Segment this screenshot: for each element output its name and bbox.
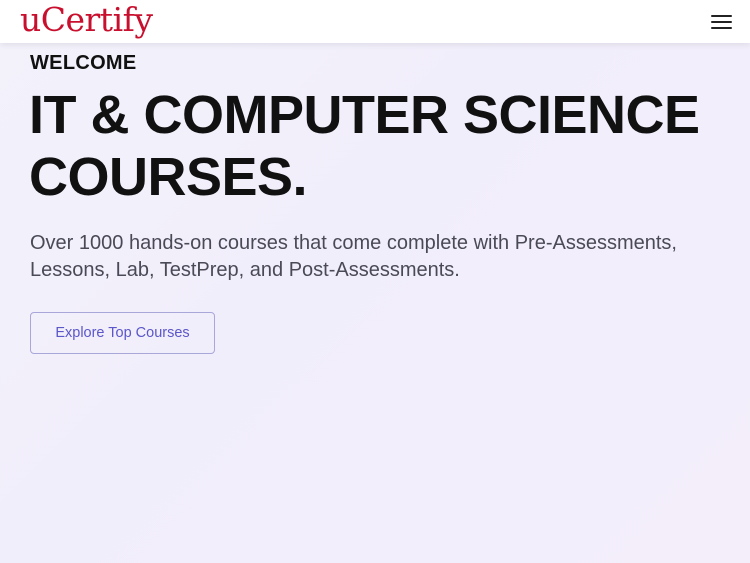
- site-header: uCertify: [0, 0, 750, 43]
- welcome-label: WELCOME: [30, 52, 137, 74]
- hamburger-menu-icon[interactable]: [708, 11, 734, 33]
- page-title: IT & COMPUTER SCIENCE COURSES.: [29, 84, 729, 208]
- menu-bar-top: [711, 15, 732, 17]
- hero-description: Over 1000 hands-on courses that come com…: [30, 230, 710, 284]
- hero-description-line-1: Over 1000 hands-on courses that come com…: [30, 232, 677, 254]
- ucertify-logo[interactable]: uCertify: [20, 0, 153, 40]
- page-title-line-1: IT & COMPUTER SCIENCE: [29, 85, 700, 145]
- page-title-line-2: COURSES.: [29, 147, 308, 207]
- menu-bar-middle: [711, 21, 732, 23]
- explore-top-courses-button[interactable]: Explore Top Courses: [30, 312, 215, 354]
- menu-bar-bottom: [711, 27, 732, 29]
- hero-description-line-2: Lessons, Lab, TestPrep, and Post-Assessm…: [30, 259, 460, 281]
